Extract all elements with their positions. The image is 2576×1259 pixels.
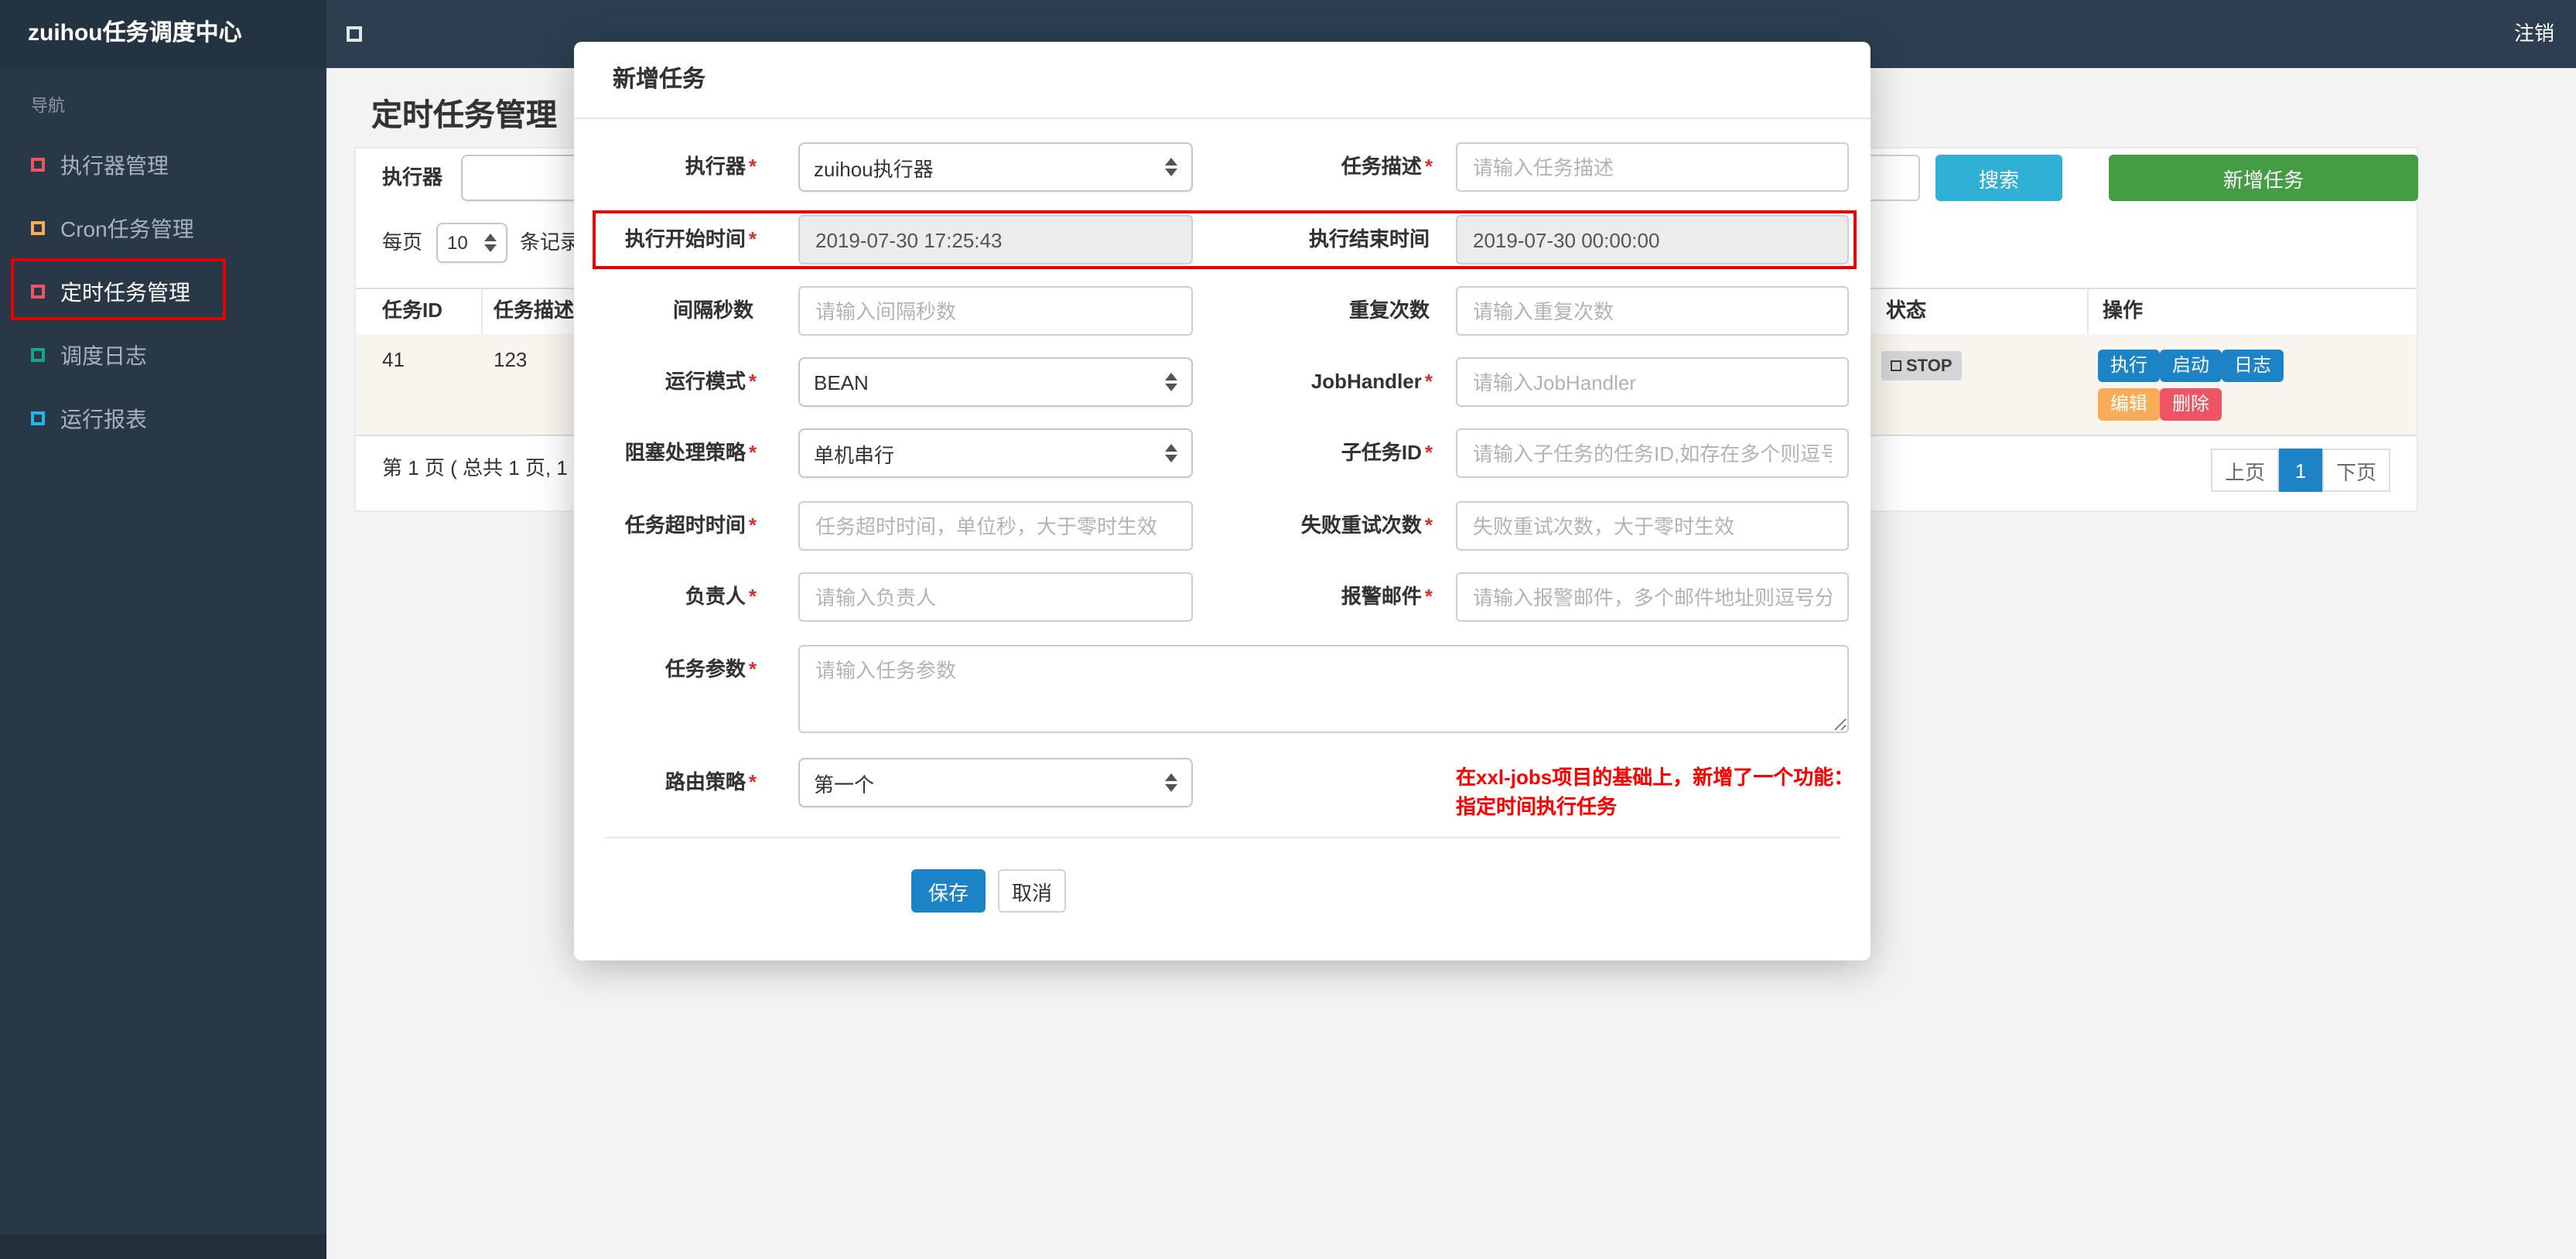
modal-header: 新增任务 [574, 42, 1871, 119]
jobhandler-input[interactable] [1456, 357, 1849, 407]
start-time-input[interactable] [798, 215, 1193, 264]
jobhandler-label: JobHandler * [1310, 370, 1433, 393]
executor-label: 执行器 * [685, 155, 757, 178]
select-value: 单机串行 [814, 443, 895, 466]
pagination-prev-button[interactable]: 上页 [2211, 449, 2279, 492]
select-arrows-icon [1165, 373, 1177, 391]
save-button[interactable]: 保存 [911, 869, 986, 913]
per-page-prefix: 每页 [382, 230, 423, 254]
sidebar-item-cron-task-manage[interactable]: Cron任务管理 [0, 196, 326, 260]
cell-task-desc: 123 [494, 348, 528, 371]
pagination-page-1-button[interactable]: 1 [2279, 449, 2322, 492]
col-header-task-id: 任务ID [382, 299, 443, 322]
executor-select[interactable]: zuihou执行器 [798, 142, 1193, 192]
feature-note-line1: 在xxl-jobs项目的基础上，新增了一个功能： [1456, 766, 1854, 789]
interval-seconds-label: 间隔秒数 [672, 299, 753, 322]
owner-label: 负责人 * [685, 585, 757, 608]
select-arrows-icon [1165, 773, 1177, 792]
route-strategy-select[interactable]: 第一个 [798, 758, 1193, 807]
fail-retry-input[interactable] [1456, 501, 1849, 551]
route-strategy-label: 路由策略 * [664, 770, 757, 793]
repeat-count-label: 重复次数 [1348, 299, 1430, 322]
select-value: 第一个 [814, 773, 875, 796]
pagination-next-button[interactable]: 下页 [2322, 449, 2390, 492]
select-value: zuihou执行器 [814, 157, 934, 180]
select-value: BEAN [814, 370, 869, 394]
select-arrows-icon [1165, 158, 1177, 176]
sidebar-item-dispatch-log[interactable]: 调度日志 [0, 323, 326, 387]
per-page-select[interactable]: 10 [436, 223, 507, 263]
child-task-id-label: 子任务ID * [1341, 441, 1433, 464]
run-mode-label: 运行模式 * [664, 370, 757, 393]
sidebar-item-executor-manage[interactable]: 执行器管理 [0, 133, 326, 196]
select-arrows-icon [1165, 444, 1177, 462]
nav-section-label: 导航 [31, 97, 65, 116]
run-mode-select[interactable]: BEAN [798, 357, 1193, 407]
owner-input[interactable] [798, 572, 1193, 622]
feature-note: 在xxl-jobs项目的基础上，新增了一个功能： 指定时间执行任务 [1456, 763, 1874, 821]
feature-note-line2: 指定时间执行任务 [1456, 795, 1618, 818]
sidebar-item-label: 执行器管理 [60, 152, 169, 177]
end-time-label: 执行结束时间 [1308, 227, 1430, 251]
sidebar-item-label: 定时任务管理 [60, 279, 190, 304]
stop-square-icon [1891, 360, 1901, 371]
col-header-task-desc: 任务描述 [494, 299, 575, 322]
status-badge: STOP [1881, 351, 1962, 380]
fail-retry-label: 失败重试次数 * [1300, 513, 1433, 537]
timeout-label: 任务超时时间 * [624, 513, 757, 537]
start-time-label: 执行开始时间 * [624, 227, 757, 251]
square-icon [31, 285, 45, 299]
delete-button[interactable]: 删除 [2160, 388, 2222, 421]
search-button[interactable]: 搜索 [1935, 155, 2062, 201]
select-value: 10 [447, 232, 468, 254]
alarm-email-label: 报警邮件 * [1341, 585, 1433, 608]
select-arrows-icon [484, 234, 497, 252]
alarm-email-input[interactable] [1456, 572, 1849, 622]
cell-task-id: 41 [382, 348, 405, 371]
square-icon [31, 158, 45, 172]
run-button[interactable]: 执行 [2098, 350, 2161, 382]
modal-title: 新增任务 [613, 67, 706, 93]
square-icon [31, 411, 45, 425]
status-text: STOP [1906, 357, 1952, 375]
add-task-button[interactable]: 新增任务 [2109, 155, 2418, 201]
col-header-actions: 操作 [2103, 299, 2144, 322]
sidebar-item-label: 运行报表 [60, 406, 147, 431]
timeout-input[interactable] [798, 501, 1193, 551]
log-button[interactable]: 日志 [2222, 350, 2284, 382]
sidebar-item-timed-task-manage[interactable]: 定时任务管理 [0, 260, 326, 323]
square-icon [31, 348, 45, 362]
task-params-label: 任务参数 * [664, 657, 757, 681]
end-time-input[interactable] [1456, 215, 1849, 264]
sidebar-toggle-button[interactable] [343, 0, 390, 68]
sidebar-footer [0, 1234, 326, 1259]
col-header-status: 状态 [1886, 299, 1927, 322]
sidebar-item-run-report[interactable]: 运行报表 [0, 387, 326, 450]
square-icon [31, 221, 45, 235]
app: zuihou任务调度中心 注销 导航 执行器管理 Cron任务管理 定时任务管理… [0, 0, 2576, 1259]
sidebar-nav: 导航 执行器管理 Cron任务管理 定时任务管理 调度日志 运行报表 [0, 68, 326, 1234]
edit-button[interactable]: 编辑 [2098, 388, 2161, 421]
child-task-id-input[interactable] [1456, 428, 1849, 478]
task-params-textarea[interactable] [798, 645, 1849, 733]
sidebar-item-label: 调度日志 [60, 343, 147, 367]
task-desc-input[interactable] [1456, 142, 1849, 192]
interval-seconds-input[interactable] [798, 286, 1193, 336]
repeat-count-input[interactable] [1456, 286, 1849, 336]
per-page-suffix: 条记录 [520, 230, 581, 254]
sidebar-toggle-icon [347, 26, 362, 42]
executor-filter-label: 执行器 [382, 165, 443, 189]
block-strategy-label: 阻塞处理策略 * [624, 441, 757, 464]
block-strategy-select[interactable]: 单机串行 [798, 428, 1193, 478]
task-desc-label: 任务描述 * [1341, 155, 1433, 178]
sidebar-item-label: Cron任务管理 [60, 216, 194, 241]
logout-link[interactable]: 注销 [2514, 0, 2554, 68]
cancel-button[interactable]: 取消 [998, 869, 1066, 913]
start-button[interactable]: 启动 [2160, 350, 2222, 382]
add-task-modal: 新增任务 执行器* zuihou执行器 任务描述* 执行开始时间* 执行结束时间… [574, 42, 1871, 960]
brand-title[interactable]: zuihou任务调度中心 [0, 0, 326, 68]
page-title: 定时任务管理 [371, 99, 557, 133]
modal-footer-divider [605, 837, 1840, 838]
